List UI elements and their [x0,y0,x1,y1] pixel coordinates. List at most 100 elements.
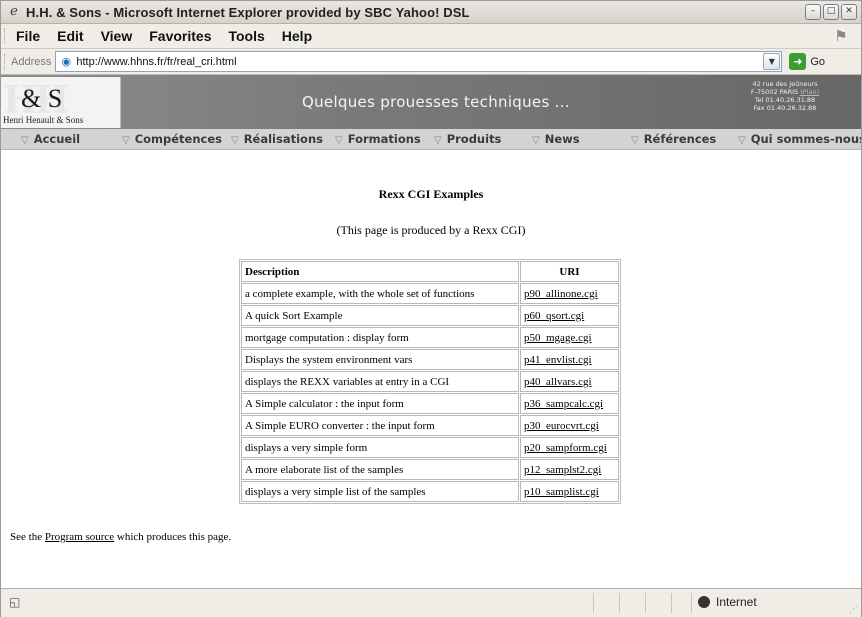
samples-table: Description URI a complete example, with… [239,259,621,504]
table-row: A more elaborate list of the samples p12_… [241,459,619,480]
uri-link[interactable]: p50_mgage.cgi [524,332,592,344]
address-input[interactable]: ◉ http://www.hhns.fr/fr/real_cri.html ▼ [55,51,783,72]
table-row: a complete example, with the whole set o… [241,283,619,304]
status-divider [593,593,594,613]
maximize-button[interactable]: □ [823,4,839,20]
resize-grip-icon[interactable]: ⋰ [849,605,858,615]
triangle-icon: ▽ [434,135,442,146]
uri-link[interactable]: p36_sampcalc.cgi [524,398,603,410]
uri-link[interactable]: p10_samplist.cgi [524,486,599,498]
go-label[interactable]: Go [810,56,825,68]
menu-tools[interactable]: Tools [228,28,264,44]
nav-realisations[interactable]: ▽ Réalisations [231,132,323,146]
site-logo[interactable]: HH & S Henri Henault & Sons [1,77,121,128]
company-address: 42 rue des Jeûneurs F-75002 PARIS (Plan)… [725,80,845,112]
menu-favorites[interactable]: Favorites [149,28,211,44]
triangle-icon: ▽ [21,135,29,146]
table-row: mortgage computation : display form p50_m… [241,327,619,348]
toolbar-grip[interactable] [4,53,8,70]
table-header-row: Description URI [241,261,619,282]
address-line: 42 rue des Jeûneurs [752,80,818,88]
uri-link[interactable]: p90_allinone.cgi [524,288,598,300]
row-description: A more elaborate list of the samples [241,459,519,480]
uri-link[interactable]: p30_eurocvrt.cgi [524,420,599,432]
window-title: H.H. & Sons - Microsoft Internet Explore… [26,4,470,20]
nav-qui-sommes-nous[interactable]: ▽ Qui sommes-nous [738,132,861,146]
nav-accueil[interactable]: ▽ Accueil [21,132,80,146]
uri-link[interactable]: p60_qsort.cgi [524,310,584,322]
menu-view[interactable]: View [101,28,133,44]
table-row: A Simple EURO converter : the input form… [241,415,619,436]
logo-subtitle: Henri Henault & Sons [3,115,84,125]
row-description: mortgage computation : display form [241,327,519,348]
status-divider [691,593,692,613]
row-description: Displays the system environment vars [241,349,519,370]
uri-link[interactable]: p12_samplst2.cgi [524,464,601,476]
row-description: A Simple EURO converter : the input form [241,415,519,436]
row-description: A quick Sort Example [241,305,519,326]
nav-references[interactable]: ▽ Références [631,132,716,146]
uri-link[interactable]: p40_allvars.cgi [524,376,592,388]
table-row: displays the REXX variables at entry in … [241,371,619,392]
row-description: displays a very simple form [241,437,519,458]
site-nav: ▽ Accueil ▽ Compétences ▽ Réalisations ▽ For… [1,129,861,150]
status-divider [645,593,646,613]
address-line: Fax 01.40.26.32.88 [753,104,817,112]
table-row: A Simple calculator : the input form p36_… [241,393,619,414]
address-bar: Address ◉ http://www.hhns.fr/fr/real_cri… [1,49,861,75]
triangle-icon: ▽ [738,135,746,146]
row-description: displays the REXX variables at entry in … [241,371,519,392]
table-row: A quick Sort Example p60_qsort.cgi [241,305,619,326]
page-content: HH & S Henri Henault & Sons Quelques pro… [1,75,861,587]
status-bar: ◱ Internet ⋰ [1,588,861,617]
security-zone[interactable]: Internet [698,595,757,609]
go-arrow-icon[interactable]: ➜ [789,53,807,70]
window-controls: – □ ✕ [805,4,857,20]
triangle-icon: ▽ [335,135,343,146]
triangle-icon: ▽ [231,135,239,146]
row-description: a complete example, with the whole set o… [241,283,519,304]
globe-icon [698,596,710,608]
uri-link[interactable]: p20_sampform.cgi [524,442,607,454]
toolbar-grip[interactable] [4,28,8,44]
menu-help[interactable]: Help [282,28,312,44]
logo-mark: & S [21,84,63,113]
page-status-icon: ◱ [9,595,21,609]
triangle-icon: ▽ [122,135,130,146]
triangle-icon: ▽ [631,135,639,146]
address-line: Tel 01.40.26.31.88 [754,96,816,104]
browser-window: ℯ H.H. & Sons - Microsoft Internet Explo… [0,0,862,617]
banner-title: Quelques prouesses techniques ... [302,93,570,111]
ie-logo-icon: ℯ [10,4,18,19]
column-header-description: Description [241,261,519,282]
close-button[interactable]: ✕ [841,4,857,20]
nav-produits[interactable]: ▽ Produits [434,132,501,146]
uri-link[interactable]: p41_envlist.cgi [524,354,592,366]
plan-link[interactable]: (Plan) [800,88,819,96]
address-label: Address [11,55,52,68]
page-title: Rexx CGI Examples [378,187,484,201]
program-source-link[interactable]: Program source [45,531,114,543]
address-url[interactable]: http://www.hhns.fr/fr/real_cri.html [76,56,236,68]
page-subtitle: (This page is produced by a Rexx CGI) [336,223,526,237]
nav-news[interactable]: ▽ News [532,132,580,146]
page-icon: ◉ [61,54,72,68]
table-row: displays a very simple list of the sampl… [241,481,619,502]
status-divider [671,593,672,613]
go-button[interactable]: ➜ Go [789,53,825,70]
minimize-button[interactable]: – [805,4,821,20]
triangle-icon: ▽ [532,135,540,146]
title-bar: ℯ H.H. & Sons - Microsoft Internet Explo… [1,1,861,24]
menu-bar: File Edit View Favorites Tools Help ⚑ [1,24,861,49]
row-description: A Simple calculator : the input form [241,393,519,414]
table-row: displays a very simple form p20_sampform.… [241,437,619,458]
footer-note: See the Program source which produces th… [10,531,232,543]
menu-file[interactable]: File [16,28,40,44]
site-banner: HH & S Henri Henault & Sons Quelques pro… [1,75,861,129]
chevron-down-icon[interactable]: ▼ [763,53,781,70]
menu-edit[interactable]: Edit [57,28,83,44]
nav-formations[interactable]: ▽ Formations [335,132,421,146]
table-row: Displays the system environment vars p41_… [241,349,619,370]
nav-competences[interactable]: ▽ Compétences [122,132,222,146]
column-header-uri: URI [520,261,619,282]
